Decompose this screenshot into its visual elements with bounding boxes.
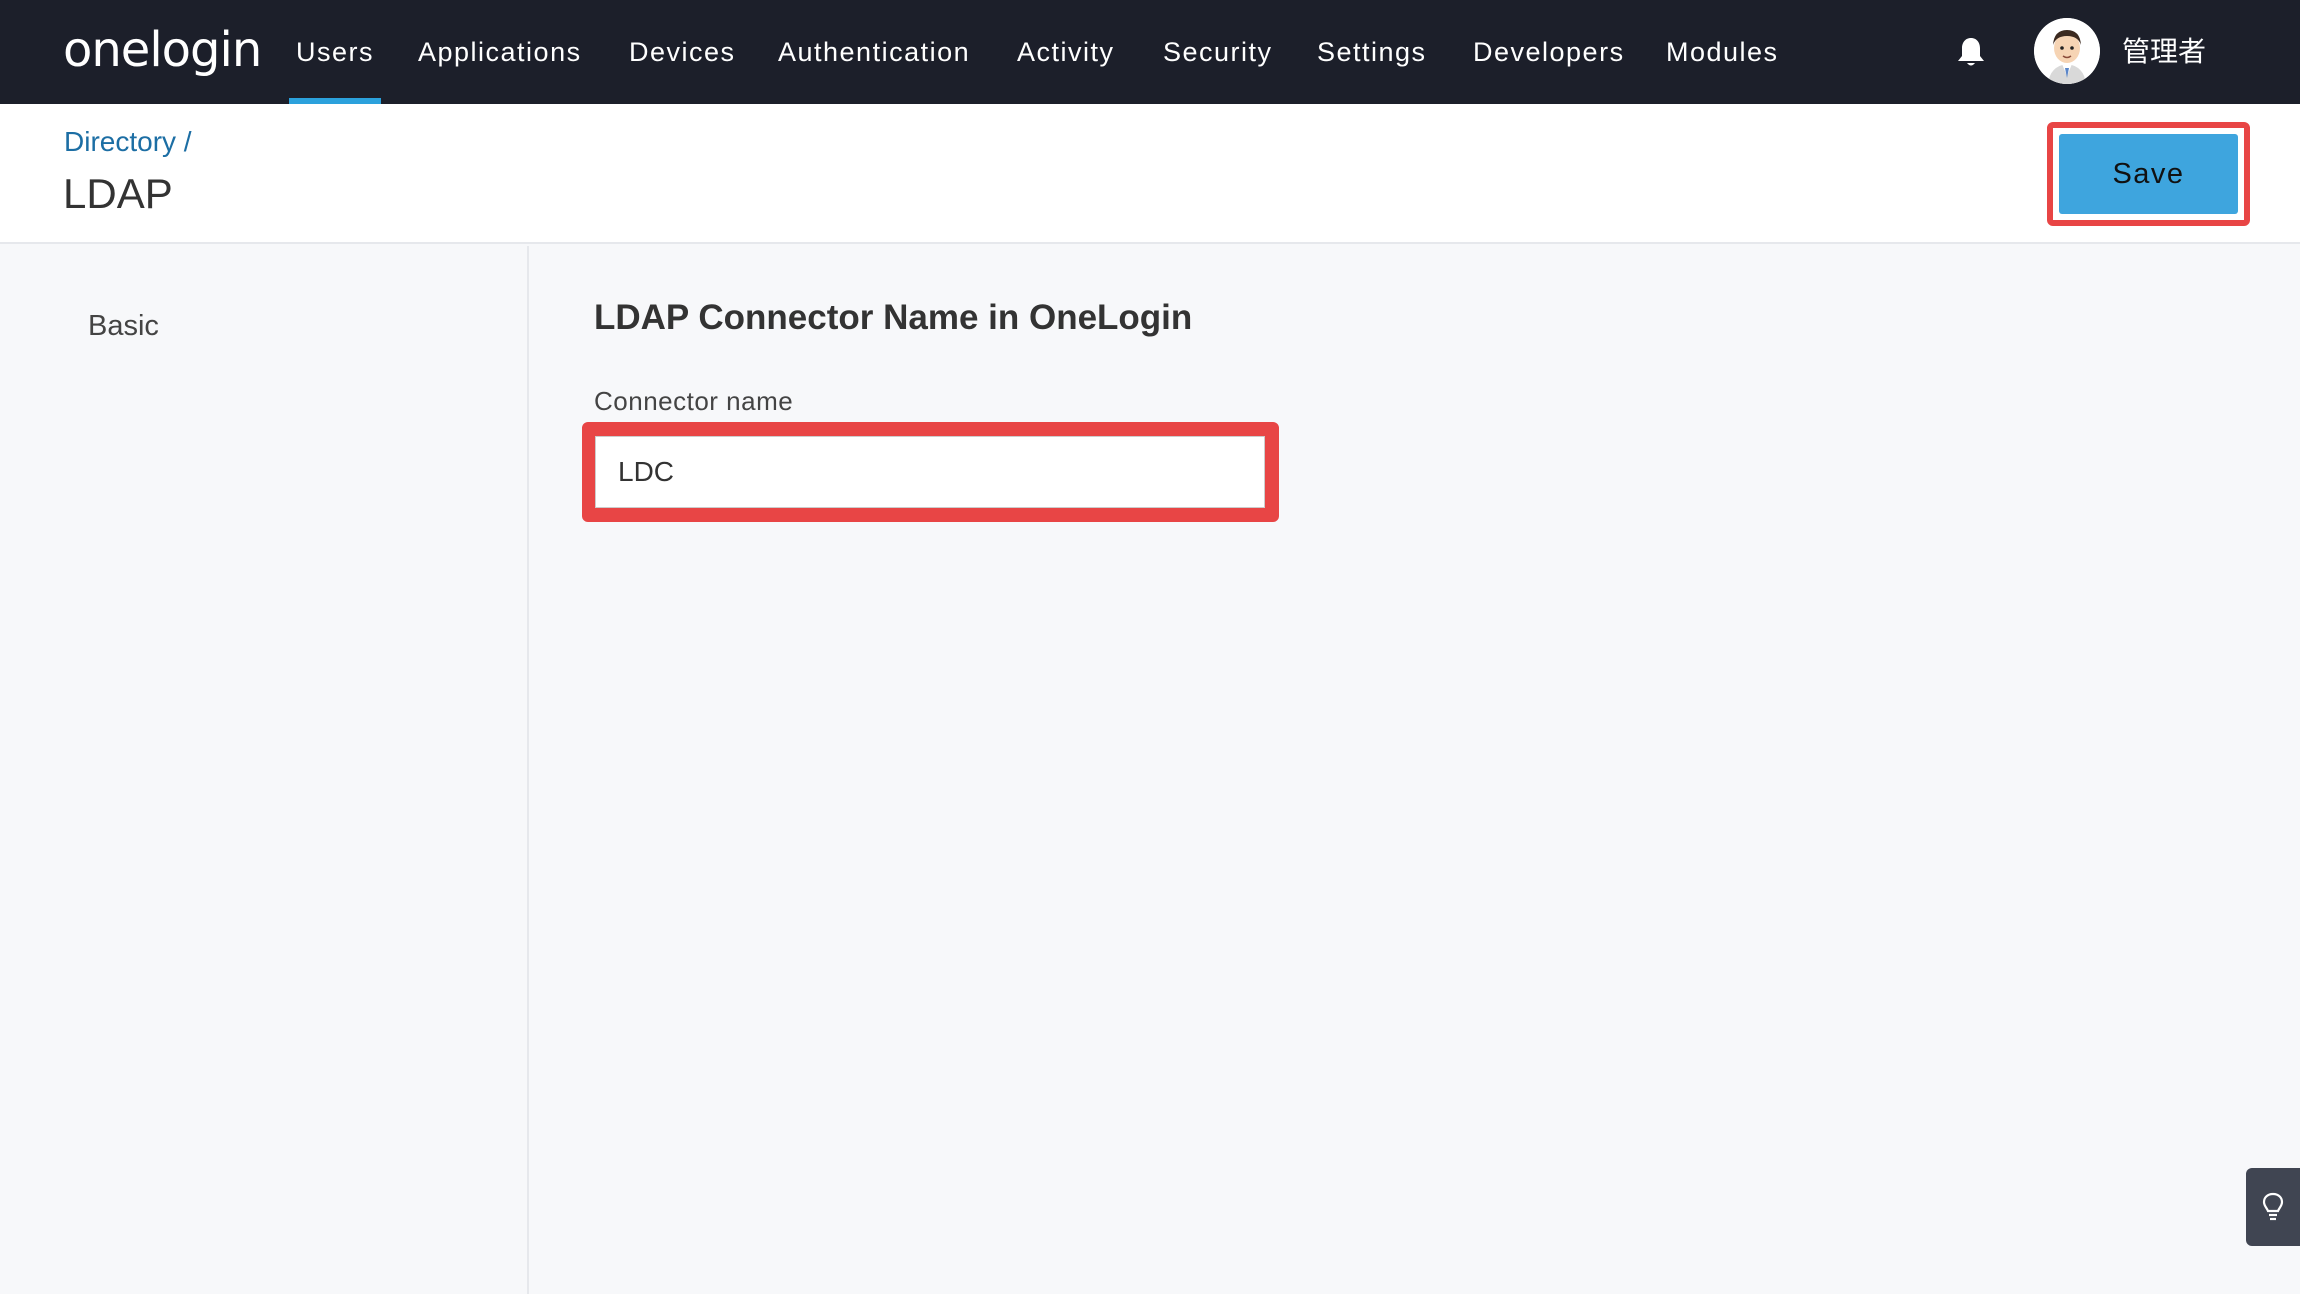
top-navigation-bar: onelogin Users Applications Devices Auth… [0,0,2300,104]
nav-item-devices[interactable]: Devices [629,0,736,104]
section-title: LDAP Connector Name in OneLogin [594,298,1193,337]
breadcrumb[interactable]: Directory / [64,126,192,158]
bell-icon[interactable] [1956,36,1986,68]
user-name[interactable]: 管理者 [2122,0,2206,104]
lightbulb-icon [2262,1192,2284,1221]
nav-item-settings[interactable]: Settings [1317,0,1427,104]
save-button[interactable]: Save [2059,134,2238,214]
page-header: Directory / LDAP [0,104,2300,244]
nav-item-developers[interactable]: Developers [1473,0,1625,104]
sidebar: Basic [0,246,529,1294]
connector-name-input[interactable] [595,436,1265,508]
nav-item-users[interactable]: Users [288,0,382,104]
nav-item-activity[interactable]: Activity [1017,0,1115,104]
nav-item-authentication[interactable]: Authentication [778,0,970,104]
avatar[interactable] [2034,18,2100,84]
main-content: LDAP Connector Name in OneLogin Connecto… [531,246,2300,1294]
nav-item-security[interactable]: Security [1163,0,1273,104]
nav-item-modules[interactable]: Modules [1666,0,1779,104]
nav-item-applications[interactable]: Applications [418,0,582,104]
help-tab[interactable] [2246,1168,2300,1246]
onelogin-logo[interactable]: onelogin [63,22,262,82]
sidebar-item-basic[interactable]: Basic [88,310,159,343]
page-title: LDAP [63,170,173,217]
connector-name-label: Connector name [594,386,794,416]
